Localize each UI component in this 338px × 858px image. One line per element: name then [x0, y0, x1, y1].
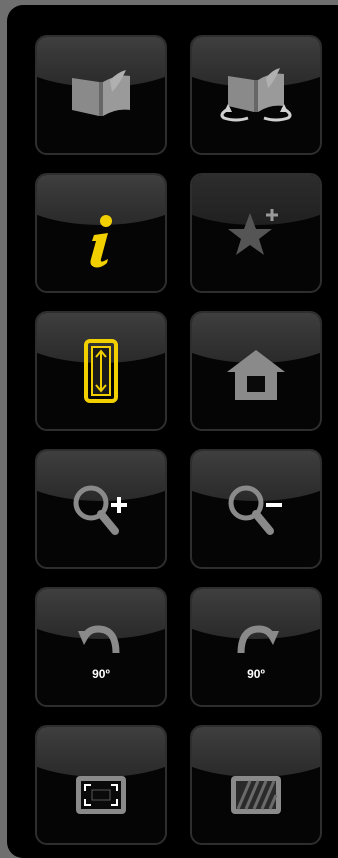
open-book-button[interactable] — [35, 35, 167, 155]
open-book-icon — [72, 70, 130, 116]
rotate-right-icon — [237, 625, 279, 654]
fullscreen-button[interactable] — [35, 725, 167, 845]
zoom-in-icon — [73, 485, 127, 535]
thumbnails-button[interactable] — [190, 725, 322, 845]
rotate-left-icon — [78, 625, 120, 654]
flip-pages-icon — [220, 68, 292, 122]
rotate-left-degrees: 90º — [92, 667, 110, 681]
rotate-right-degrees: 90º — [247, 667, 265, 681]
info-icon — [90, 215, 112, 268]
home-button[interactable] — [190, 311, 322, 431]
flip-pages-button[interactable] — [190, 35, 322, 155]
zoom-in-button[interactable] — [35, 449, 167, 569]
fullscreen-icon — [76, 776, 126, 814]
striped-frame-icon — [231, 776, 281, 814]
toolbar-panel: 90º 90º — [7, 5, 338, 858]
home-icon — [227, 350, 285, 400]
info-button[interactable] — [35, 173, 167, 293]
zoom-out-button[interactable] — [190, 449, 322, 569]
add-bookmark-button[interactable] — [190, 173, 322, 293]
fit-height-icon — [84, 339, 118, 403]
star-plus-icon — [228, 209, 278, 255]
zoom-out-icon — [228, 485, 282, 535]
button-grid: 90º 90º — [35, 35, 322, 845]
fit-height-button[interactable] — [35, 311, 167, 431]
rotate-right-button[interactable]: 90º — [190, 587, 322, 707]
rotate-left-button[interactable]: 90º — [35, 587, 167, 707]
